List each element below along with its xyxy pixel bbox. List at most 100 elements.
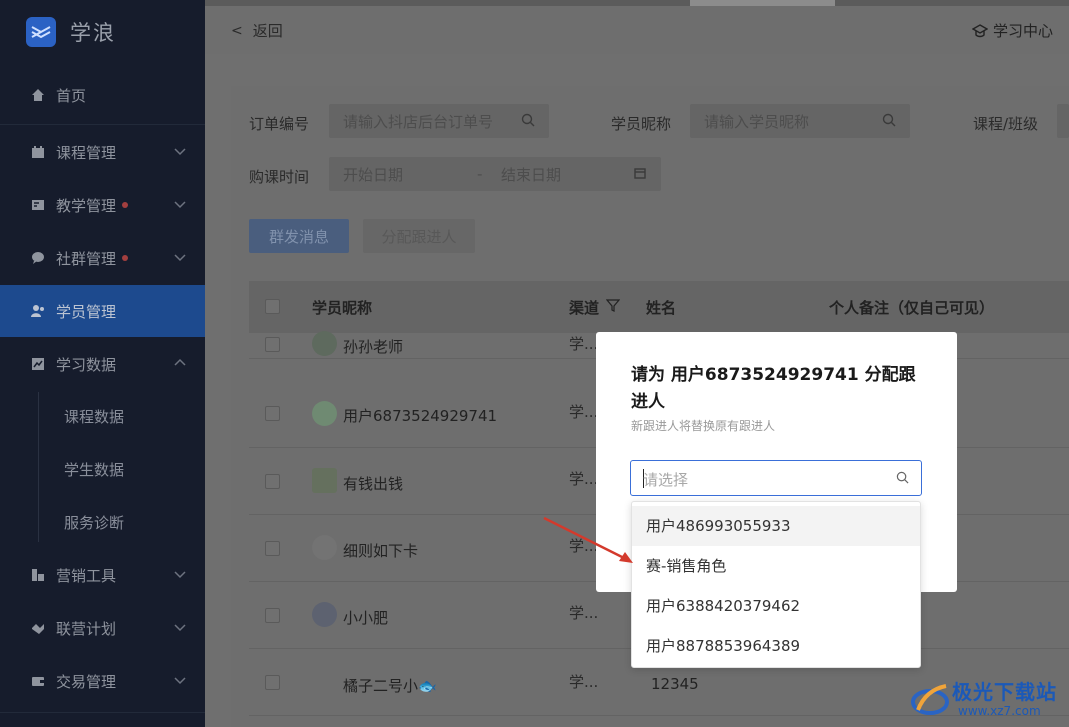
sidebar-item-label: 首页: [56, 86, 87, 105]
graduation-cap-icon: [971, 23, 988, 37]
aurora-logo-icon: [911, 684, 949, 715]
end-date-placeholder: 结束日期: [501, 165, 562, 184]
chat-icon: [30, 250, 46, 266]
row-channel: 学...: [569, 335, 599, 353]
sidebar-subitem-service-diagnosis[interactable]: 服务诊断: [64, 512, 124, 533]
search-icon[interactable]: [882, 113, 896, 131]
sidebar-item-label: 社群管理: [56, 249, 117, 268]
sidebar-item-community[interactable]: 社群管理: [0, 232, 205, 284]
chevron-down-icon: [173, 673, 187, 687]
student-nickname-label: 学员昵称: [611, 115, 672, 133]
select-all-checkbox[interactable]: [265, 299, 280, 314]
watermark-url: www.xz7.com: [958, 704, 1041, 718]
watermark: 极光下载站 www.xz7.com: [908, 676, 1068, 722]
row-channel: 学...: [569, 604, 599, 622]
calendar-icon: [30, 144, 46, 160]
sidebar-item-label: 联营计划: [56, 619, 117, 638]
dropdown-option[interactable]: 用户6388420379462: [632, 586, 920, 626]
row-name: 12345: [651, 675, 699, 693]
learning-center-link[interactable]: 学习中心: [971, 20, 1053, 41]
row-channel: 学...: [569, 403, 599, 421]
assign-follower-button: 分配跟进人: [363, 219, 475, 253]
sidebar-item-marketing[interactable]: 营销工具: [0, 549, 205, 601]
home-icon: [30, 87, 46, 103]
wallet-icon: [30, 673, 46, 689]
row-checkbox[interactable]: [265, 337, 280, 352]
dropdown-option[interactable]: 用户8878853964389: [632, 626, 920, 666]
row-channel: 学...: [569, 470, 599, 488]
header-nickname: 学员昵称: [312, 299, 373, 317]
chevron-down-icon: [173, 197, 187, 211]
avatar: [312, 602, 337, 627]
annotation-arrow-icon: [543, 516, 633, 563]
sidebar-item-teaching[interactable]: 教学管理: [0, 179, 205, 231]
sidebar-item-label: 营销工具: [56, 566, 117, 585]
row-channel: 学...: [569, 673, 599, 691]
search-icon[interactable]: [521, 113, 535, 131]
chevron-down-icon: [173, 620, 187, 634]
row-nickname: 细则如下卡: [343, 542, 419, 560]
row-checkbox[interactable]: [265, 675, 280, 690]
sidebar-item-label: 课程管理: [56, 143, 117, 162]
row-nickname: 用户6873524929741: [343, 407, 498, 425]
course-class-label: 课程/班级: [973, 115, 1039, 133]
notification-dot: [122, 202, 129, 208]
row-nickname: 橘子二号小🐟: [343, 677, 437, 695]
row-checkbox[interactable]: [265, 474, 280, 489]
chevron-left-icon: <: [231, 22, 243, 39]
date-separator: -: [477, 165, 483, 183]
back-button[interactable]: < 返回: [231, 20, 283, 41]
notification-dot: [122, 255, 129, 261]
row-checkbox[interactable]: [265, 541, 280, 556]
dialog-title: 请为 用户6873524929741 分配跟进人: [631, 365, 916, 412]
start-date-placeholder: 开始日期: [343, 165, 404, 184]
dialog-hint: 新跟进人将替换原有跟进人: [631, 419, 776, 433]
teach-icon: [30, 197, 46, 213]
avatar: [312, 401, 337, 426]
sidebar-item-trade[interactable]: 交易管理: [0, 655, 205, 707]
chart-icon: [30, 356, 46, 372]
filter-icon[interactable]: [605, 298, 621, 316]
follower-dropdown: 用户486993055933 赛-销售角色 用户6388420379462 用户…: [631, 501, 921, 668]
broadcast-message-button[interactable]: 群发消息: [249, 219, 349, 253]
sidebar-item-learning-data[interactable]: 学习数据: [0, 338, 205, 390]
sidebar-item-courses[interactable]: 课程管理: [0, 126, 205, 178]
brand[interactable]: 学浪: [0, 0, 205, 64]
tools-icon: [30, 567, 46, 583]
follower-select[interactable]: 请选择: [630, 460, 922, 496]
sidebar-item-joint-plan[interactable]: 联营计划: [0, 602, 205, 654]
dropdown-option[interactable]: 用户486993055933: [632, 506, 920, 546]
header-channel: 渠道: [569, 299, 600, 317]
row-checkbox[interactable]: [265, 406, 280, 421]
sidebar: 学浪 首页 课程管理 教学管理 社群管理 学员管理 学习数据 课程数据 学生数据…: [0, 0, 205, 727]
course-class-select[interactable]: [1057, 104, 1069, 138]
dropdown-option[interactable]: 赛-销售角色: [632, 546, 920, 586]
sidebar-subitem-course-data[interactable]: 课程数据: [64, 406, 124, 427]
users-icon: [30, 303, 46, 319]
sidebar-item-students[interactable]: 学员管理: [0, 285, 205, 337]
sidebar-subitem-student-data[interactable]: 学生数据: [64, 459, 124, 480]
student-nickname-input[interactable]: 请输入学员昵称: [690, 104, 910, 138]
handshake-icon: [30, 620, 46, 636]
avatar: [312, 331, 337, 356]
chevron-down-icon: [173, 250, 187, 264]
order-number-input[interactable]: 请输入抖店后台订单号: [329, 104, 549, 138]
search-icon: [896, 471, 909, 488]
row-nickname: 小小肥: [343, 609, 389, 627]
row-nickname: 孙孙老师: [343, 338, 404, 356]
header-note: 个人备注（仅自己可见）: [829, 299, 995, 317]
order-number-label: 订单编号: [249, 115, 310, 133]
purchase-time-label: 购课时间: [249, 168, 310, 186]
student-nickname-placeholder: 请输入学员昵称: [704, 112, 810, 131]
sidebar-item-home[interactable]: 首页: [0, 69, 205, 121]
sidebar-item-label: 教学管理: [56, 196, 117, 215]
date-range-picker[interactable]: 开始日期 - 结束日期: [329, 157, 661, 191]
header-name: 姓名: [646, 299, 677, 317]
watermark-title: 极光下载站: [952, 680, 1057, 704]
row-checkbox[interactable]: [265, 608, 280, 623]
sidebar-item-label: 学习数据: [56, 355, 117, 374]
chevron-down-icon: [173, 567, 187, 581]
calendar-icon: [633, 166, 647, 184]
sidebar-item-label: 交易管理: [56, 672, 117, 691]
chevron-down-icon: [173, 144, 187, 158]
